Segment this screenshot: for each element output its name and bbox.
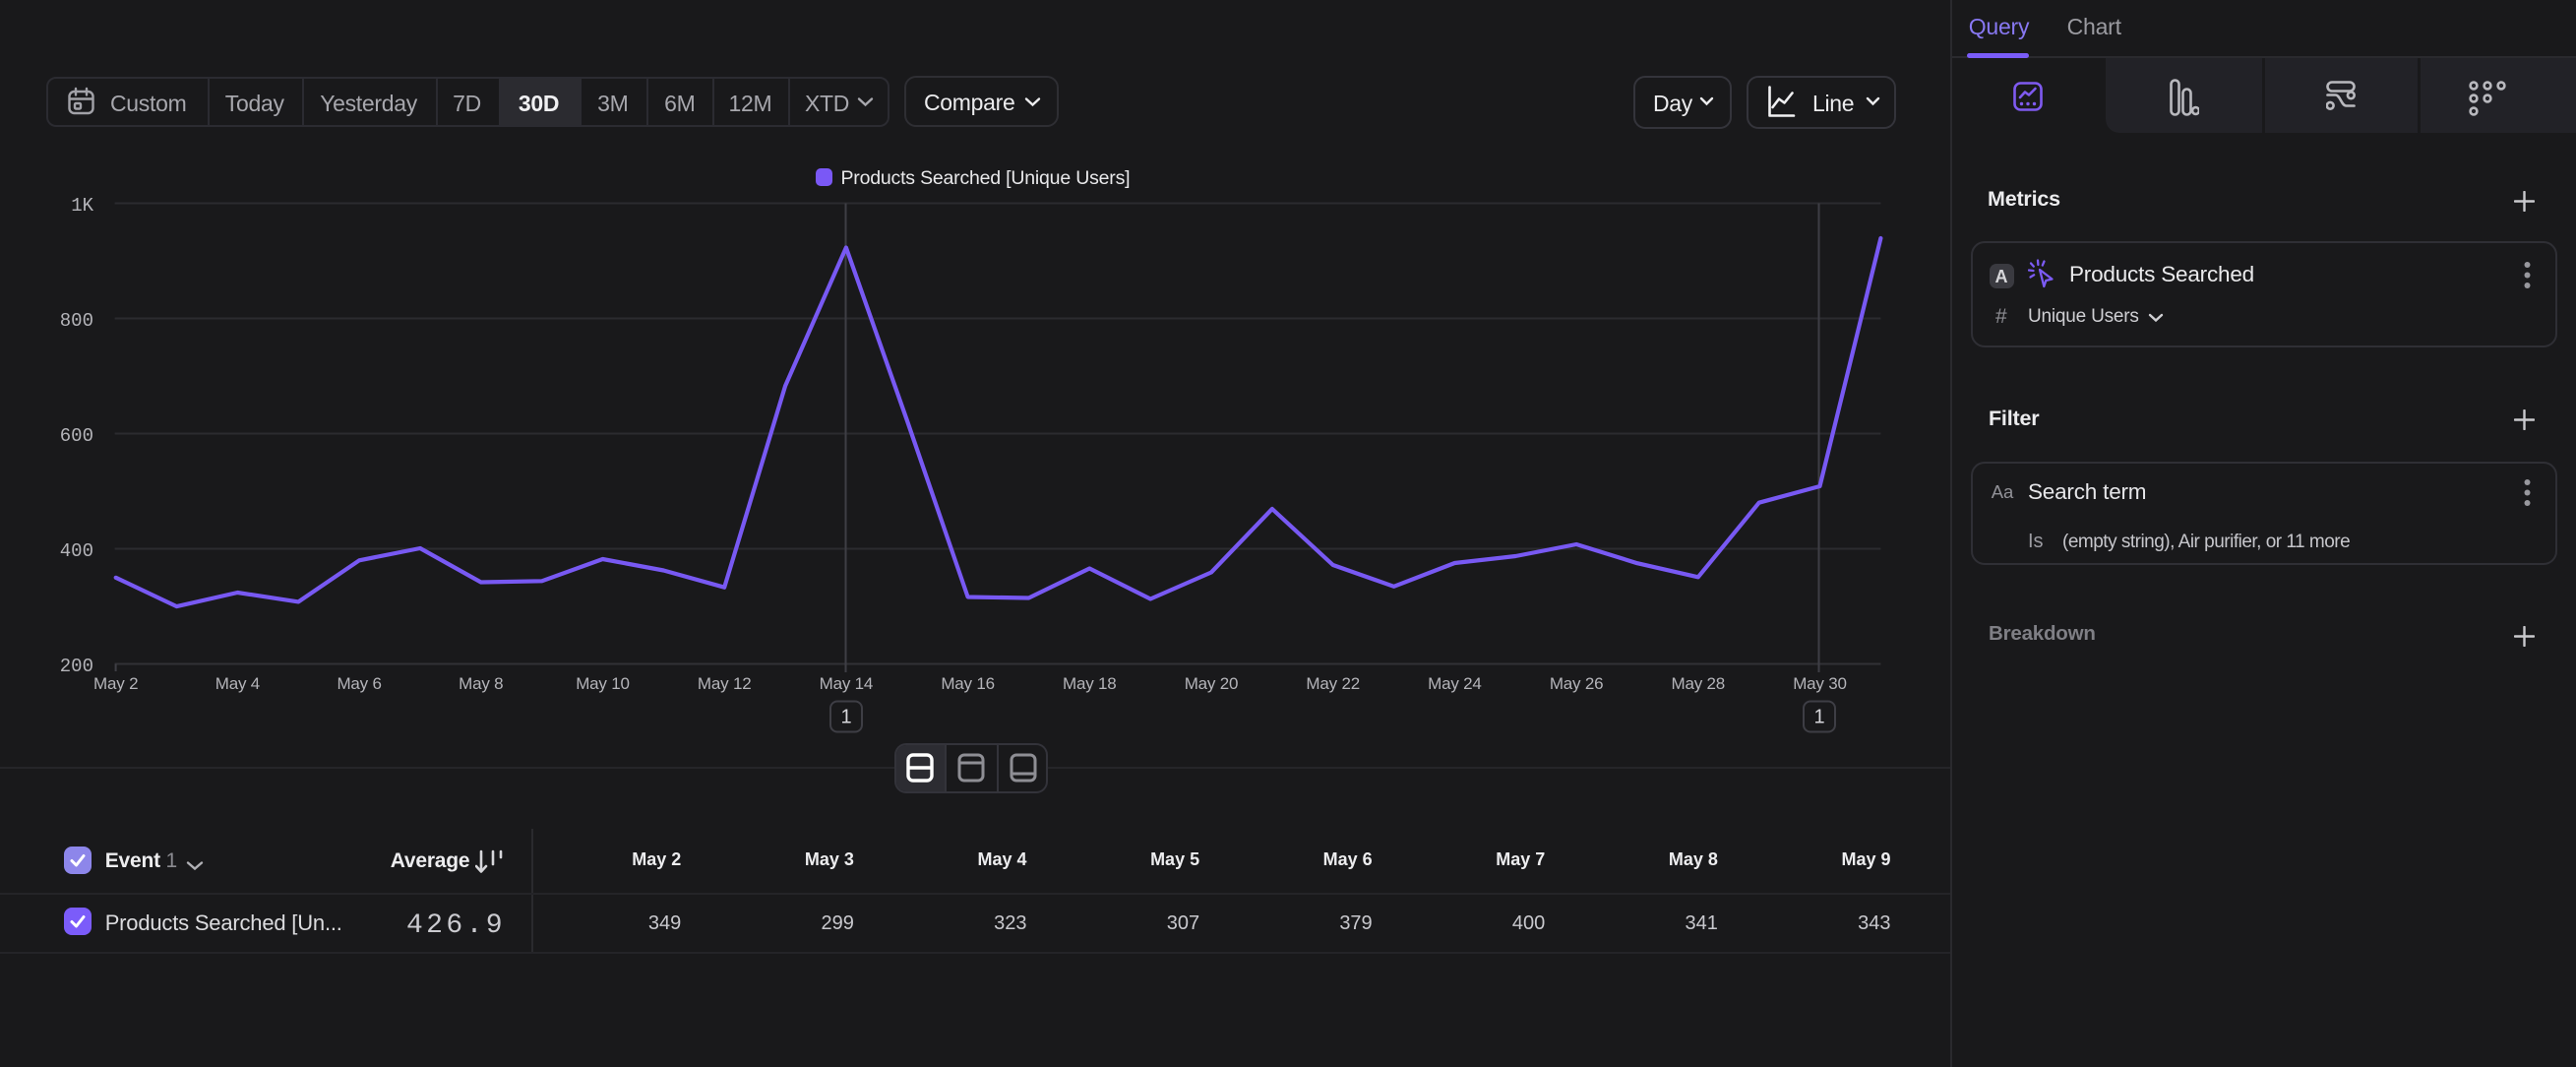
svg-text:May 4: May 4 [215,674,260,693]
svg-text:May 20: May 20 [1185,674,1239,693]
svg-text:200: 200 [60,656,93,677]
svg-text:May 30: May 30 [1793,674,1847,693]
svg-text:600: 600 [60,425,93,447]
svg-text:May 2: May 2 [93,674,138,693]
svg-text:1: 1 [1813,707,1824,728]
svg-text:May 28: May 28 [1672,674,1726,693]
svg-text:400: 400 [60,540,93,562]
svg-text:May 10: May 10 [576,674,630,693]
svg-text:May 8: May 8 [459,674,503,693]
svg-text:May 12: May 12 [698,674,752,693]
svg-text:1K: 1K [71,195,93,217]
svg-text:May 14: May 14 [820,674,874,693]
svg-text:May 26: May 26 [1550,674,1604,693]
svg-text:May 18: May 18 [1063,674,1117,693]
svg-text:May 6: May 6 [337,674,381,693]
svg-text:May 22: May 22 [1306,674,1360,693]
svg-text:May 24: May 24 [1428,674,1482,693]
svg-text:800: 800 [60,310,93,332]
svg-text:1: 1 [840,707,851,728]
svg-text:May 16: May 16 [941,674,995,693]
